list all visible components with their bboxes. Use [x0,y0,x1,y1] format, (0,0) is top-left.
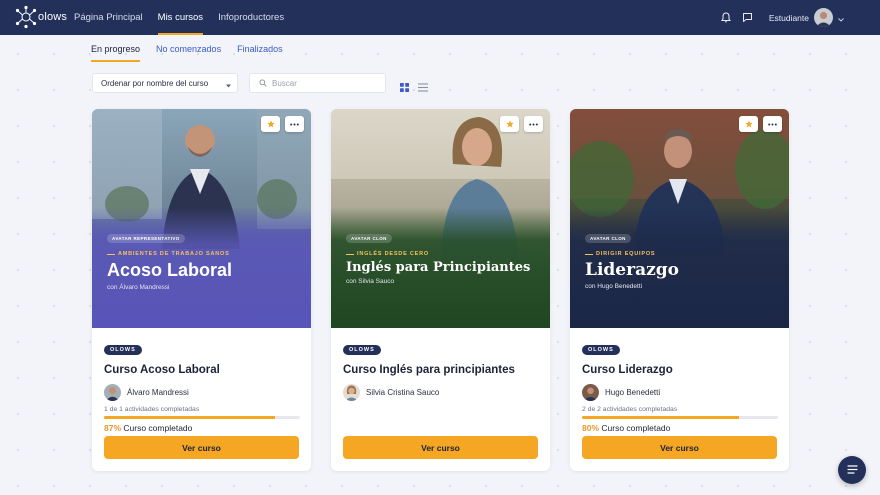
progress-percent: 80% [582,423,600,433]
cover-title: Acoso Laboral [107,260,233,280]
nav-item-infoproducers[interactable]: Infoproductores [218,0,284,35]
course-card[interactable]: Avatar representativo Ambientes de traba… [92,109,311,471]
more-options-icon[interactable] [763,116,782,132]
progress-status-text: Curso completado [601,423,671,433]
card-body: OLOWS Curso Acoso Laboral Álvaro Mandres… [104,338,300,433]
main-nav: Página Principal Mis cursos Infoproducto… [74,0,299,35]
instructor-name: Silvia Cristina Sauco [366,387,440,397]
instructor-avatar [343,383,360,401]
cover-byline: con Álvaro Mandressi [107,284,170,291]
course-cover[interactable]: Avatar representativo Ambientes de traba… [92,109,311,328]
course-cover[interactable]: Avatar clon Dirigir equipos Liderazgo co… [570,109,789,328]
instructor: Hugo Benedetti [582,383,778,401]
progress-status-text: Curso completado [123,423,193,433]
chevron-down-icon[interactable] [838,9,844,27]
view-course-button[interactable]: Ver curso [104,436,299,459]
cover-photo [331,109,550,328]
dropdown-caret-icon [226,81,231,90]
cover-byline: con Silvia Sauco [346,278,395,285]
brand-badge: OLOWS [343,345,381,355]
progress-status: 80% Curso completado [582,423,778,433]
user-name[interactable]: Estudiante [769,13,809,23]
tab-not-started[interactable]: No comenzados [156,44,221,60]
course-card[interactable]: Avatar clon Inglés desde cero Inglés par… [331,109,550,471]
cover-byline: con Hugo Benedetti [585,283,643,290]
course-title[interactable]: Curso Liderazgo [582,364,778,376]
course-card[interactable]: Avatar clon Dirigir equipos Liderazgo co… [570,109,789,471]
activities-count: 1 de 1 actividades completadas [104,406,200,413]
instructor-avatar [582,383,599,401]
search-box [249,73,386,93]
search-input[interactable] [272,78,372,88]
cover-text: Avatar representativo Ambientes de traba… [107,227,302,291]
tab-in-progress[interactable]: En progreso [91,44,141,62]
course-progress: 2 de 2 actividades completadas 80% Curso… [582,406,778,433]
instructor-name: Álvaro Mandressi [127,387,189,397]
course-status-tabs: En progreso No comenzados Finalizados [91,44,299,62]
cover-eyebrow: Ambientes de trabajo sanos [107,251,302,257]
card-actions [734,116,782,132]
card-actions [256,116,304,132]
user-avatar[interactable] [814,8,833,27]
cover-photo [570,109,789,328]
progress-bar-fill [104,416,275,419]
course-title[interactable]: Curso Acoso Laboral [104,364,300,376]
cover-pill: Avatar clon [346,234,392,243]
logo-mark-icon [15,5,37,29]
cover-eyebrow: Inglés desde cero [346,251,541,257]
progress-bar-fill [582,416,739,419]
search-icon [259,74,267,92]
menu-icon [846,461,858,479]
course-progress: 1 de 1 actividades completadas 87% Curso… [104,406,300,433]
card-actions [495,116,543,132]
sort-dropdown[interactable]: Ordenar por nombre del curso [92,73,238,93]
cover-text: Avatar clon Inglés desde cero Inglés par… [346,227,541,285]
grid-view-icon[interactable] [400,79,409,97]
logo[interactable]: olows [15,5,67,29]
favorite-star-icon[interactable] [261,116,280,132]
cover-pill: Avatar representativo [107,234,185,243]
cover-eyebrow-text: Inglés desde cero [357,251,429,257]
instructor-name: Hugo Benedetti [605,387,661,397]
view-course-button[interactable]: Ver curso [343,436,538,459]
brand-badge: OLOWS [104,345,142,355]
logo-text: olows [38,11,68,23]
sort-dropdown-value: Ordenar por nombre del curso [101,78,209,88]
cover-title: Inglés para Principiantes [346,260,531,275]
card-body: OLOWS Curso Liderazgo Hugo Benedetti 2 d… [582,338,778,433]
progress-status: 87% Curso completado [104,423,300,433]
cover-photo [92,109,311,328]
menu-fab-button[interactable] [838,456,866,484]
cover-eyebrow-text: Ambientes de trabajo sanos [118,251,230,257]
cover-eyebrow: Dirigir equipos [585,251,780,257]
view-course-button[interactable]: Ver curso [582,436,777,459]
progress-percent: 87% [104,423,122,433]
cover-eyebrow-text: Dirigir equipos [596,251,656,257]
top-navbar: olows Página Principal Mis cursos Infopr… [0,0,880,35]
cover-text: Avatar clon Dirigir equipos Liderazgo co… [585,227,780,290]
nav-item-home[interactable]: Página Principal [74,0,143,35]
nav-item-my-courses[interactable]: Mis cursos [157,0,204,35]
card-body: OLOWS Curso Inglés para principiantes Si… [343,338,539,401]
instructor: Silvia Cristina Sauco [343,383,539,401]
list-view-icon[interactable] [418,79,428,97]
cover-title: Liderazgo [585,260,679,280]
bell-icon[interactable] [719,11,733,25]
course-cover[interactable]: Avatar clon Inglés desde cero Inglés par… [331,109,550,328]
activities-count: 2 de 2 actividades completadas [582,406,678,413]
more-options-icon[interactable] [524,116,543,132]
instructor-avatar [104,383,121,401]
course-title[interactable]: Curso Inglés para principiantes [343,364,539,376]
chat-icon[interactable] [741,11,755,25]
progress-bar [582,416,778,419]
favorite-star-icon[interactable] [739,116,758,132]
top-right-actions: Estudiante [711,0,844,35]
tab-finished[interactable]: Finalizados [237,44,283,60]
instructor: Álvaro Mandressi [104,383,300,401]
cover-pill: Avatar clon [585,234,631,243]
favorite-star-icon[interactable] [500,116,519,132]
progress-bar [104,416,300,419]
more-options-icon[interactable] [285,116,304,132]
brand-badge: OLOWS [582,345,620,355]
